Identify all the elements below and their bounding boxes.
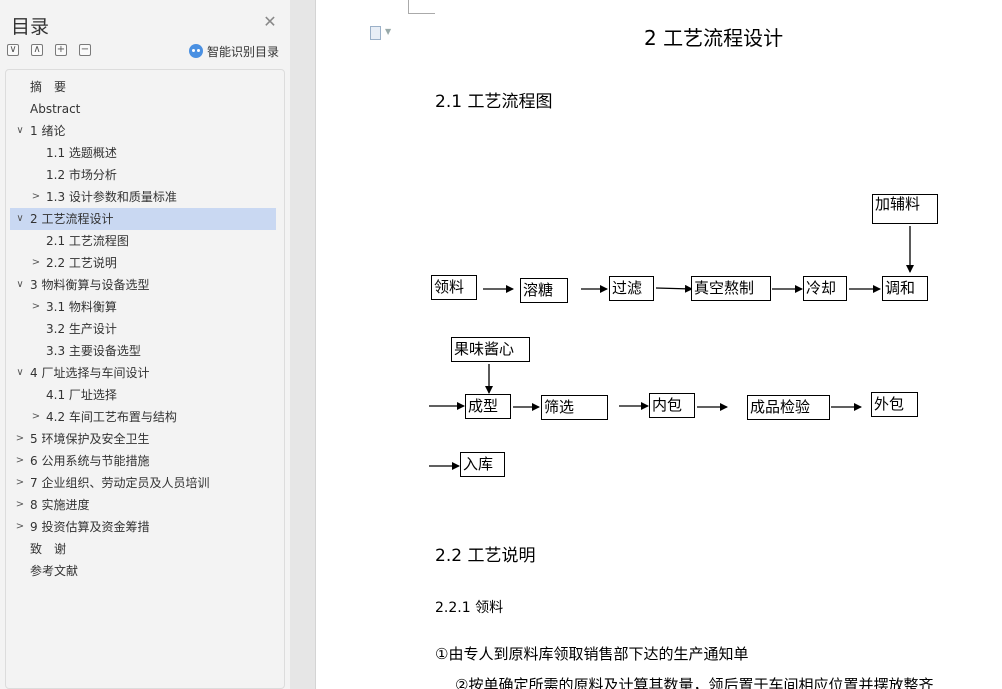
toc-item-label: 7 企业组织、劳动定员及人员培训 [30, 476, 210, 490]
flow-box-lingliao: 领料 [431, 275, 477, 300]
toc-item[interactable]: >7 企业组织、劳动定员及人员培训 [10, 472, 276, 494]
toc-item[interactable]: ∨ 3 物料衡算与设备选型 [10, 274, 276, 296]
toc-item-label: 2 工艺流程设计 [30, 212, 114, 226]
toc-item[interactable]: 3.3 主要设备选型 [10, 340, 276, 362]
paragraph-2: ②按单确定所需的原料及计算其数量，领后置于车间相应位置并摆放整齐 [455, 676, 934, 689]
chevron-right-icon[interactable]: > [14, 516, 26, 538]
flow-box-neibao: 内包 [649, 393, 695, 418]
toc-item[interactable]: 2.1 工艺流程图 [10, 230, 276, 252]
flowchart-arrows [429, 226, 914, 470]
toc-item[interactable]: 1.1 选题概述 [10, 142, 276, 164]
chevron-down-icon[interactable]: ∨ [14, 274, 26, 296]
toc-item[interactable]: 4.1 厂址选择 [10, 384, 276, 406]
toc-item[interactable]: 3.2 生产设计 [10, 318, 276, 340]
smart-recognition-icon [189, 44, 203, 58]
toc-item-label: 6 公用系统与节能措施 [30, 454, 150, 468]
chevron-right-icon[interactable]: > [30, 406, 42, 428]
toc-item-label: 1 绪论 [30, 124, 66, 138]
toc-item-label: 4.2 车间工艺布置与结构 [46, 410, 177, 424]
flow-box-lengque: 冷却 [803, 276, 847, 301]
toc-item[interactable]: 1.2 市场分析 [10, 164, 276, 186]
toc-item[interactable]: Abstract [10, 98, 276, 120]
toc-item[interactable]: >3.1 物料衡算 [10, 296, 276, 318]
flow-box-rongtang: 溶糖 [520, 278, 568, 303]
chevron-down-icon[interactable]: ∨ [14, 362, 26, 384]
document-page: ▼ 2 工艺流程设计 2.1 工艺流程图 领料 溶糖 过滤 真空熬制 冷却 调和… [315, 0, 1002, 689]
toc-item[interactable]: ∨ 2 工艺流程设计 [10, 208, 276, 230]
toc-item-label: Abstract [30, 102, 81, 116]
chevron-right-icon[interactable]: > [30, 296, 42, 318]
flow-box-waibao: 外包 [871, 392, 918, 417]
flow-box-guolv: 过滤 [609, 276, 654, 301]
toc-item[interactable]: ∨ 4 厂址选择与车间设计 [10, 362, 276, 384]
toc-item-label: 3.2 生产设计 [46, 322, 117, 336]
toc-item-label: 3.3 主要设备选型 [46, 344, 141, 358]
flow-box-guowei: 果味酱心 [451, 337, 530, 362]
subsection-heading-2-2-1: 2.2.1 领料 [435, 600, 504, 616]
toc-item-label: 2.1 工艺流程图 [46, 234, 129, 248]
toc-item[interactable]: >2.2 工艺说明 [10, 252, 276, 274]
chevron-down-icon[interactable]: ∨ [14, 120, 26, 142]
toc-item[interactable]: 摘 要 [10, 76, 276, 98]
chevron-right-icon[interactable]: > [30, 252, 42, 274]
expand-all-button[interactable]: ∨ [7, 44, 19, 56]
flow-box-ruku: 入库 [460, 452, 505, 477]
flow-box-tiaohe: 调和 [882, 276, 928, 301]
toc-item[interactable]: >6 公用系统与节能措施 [10, 450, 276, 472]
close-icon[interactable]: ✕ [262, 14, 278, 30]
add-level-button[interactable]: + [55, 44, 67, 56]
toc-item[interactable]: >4.2 车间工艺布置与结构 [10, 406, 276, 428]
remove-level-button[interactable]: − [79, 44, 91, 56]
toc-tree: 摘 要 Abstract ∨ 1 绪论 1.1 选题概述 1.2 市场分析 >1.3 设计参… [5, 69, 285, 689]
chevron-right-icon[interactable]: > [14, 494, 26, 516]
collapse-all-button[interactable]: ∧ [31, 44, 43, 56]
smart-toc-button[interactable]: 智能识别目录 [189, 43, 279, 59]
toc-item[interactable]: 参考文献 [10, 560, 276, 582]
toc-title: 目录 [11, 16, 50, 38]
chevron-right-icon[interactable]: > [14, 450, 26, 472]
toc-item-label: 参考文献 [30, 564, 79, 578]
flow-box-jiafuliao: 加辅料 [872, 194, 938, 224]
toc-item-label: 4.1 厂址选择 [46, 388, 117, 402]
toc-item-label: 致 谢 [30, 542, 67, 556]
smart-toc-label: 智能识别目录 [207, 44, 280, 59]
chevron-right-icon[interactable]: > [30, 186, 42, 208]
toc-item[interactable]: >1.3 设计参数和质量标准 [10, 186, 276, 208]
toc-item-label: 摘 要 [30, 80, 67, 94]
toc-item-label: 1.3 设计参数和质量标准 [46, 190, 177, 204]
paragraph-1: ①由专人到原料库领取销售部下达的生产通知单 [435, 645, 749, 663]
toc-item-label: 8 实施进度 [30, 498, 90, 512]
toc-item[interactable]: >9 投资估算及资金筹措 [10, 516, 276, 538]
toc-item-label: 1.1 选题概述 [46, 146, 117, 160]
process-flowchart: 领料 溶糖 过滤 真空熬制 冷却 调和 加辅料 果味酱心 成型 筛选 内包 成品… [316, 0, 1002, 520]
flow-box-zhenkong: 真空熬制 [691, 276, 771, 301]
flow-box-shaixuan: 筛选 [541, 395, 608, 420]
arrow-guolv-zhenkong [655, 284, 693, 293]
toc-item[interactable]: >5 环境保护及安全卫生 [10, 428, 276, 450]
flow-box-chengxing: 成型 [465, 394, 511, 419]
toc-item-label: 5 环境保护及安全卫生 [30, 432, 150, 446]
chevron-right-icon[interactable]: > [14, 428, 26, 450]
toc-item-label: 1.2 市场分析 [46, 168, 117, 182]
chevron-right-icon[interactable]: > [14, 472, 26, 494]
toc-item-label: 2.2 工艺说明 [46, 256, 117, 270]
toc-item-label: 3 物料衡算与设备选型 [30, 278, 150, 292]
section-heading-2-2: 2.2 工艺说明 [435, 546, 536, 566]
toc-item-label: 3.1 物料衡算 [46, 300, 117, 314]
flow-box-jianyan: 成品检验 [747, 395, 830, 420]
toc-item[interactable]: >8 实施进度 [10, 494, 276, 516]
chevron-down-icon[interactable]: ∨ [14, 208, 26, 230]
toc-item-label: 4 厂址选择与车间设计 [30, 366, 150, 380]
toc-sidebar: 目录 ✕ ∨ ∧ + − 智能识别目录 摘 要 Abstract ∨ 1 绪论 1.1 … [0, 0, 290, 689]
toc-item[interactable]: ∨ 1 绪论 [10, 120, 276, 142]
toc-item[interactable]: 致 谢 [10, 538, 276, 560]
toc-item-label: 9 投资估算及资金筹措 [30, 520, 150, 534]
